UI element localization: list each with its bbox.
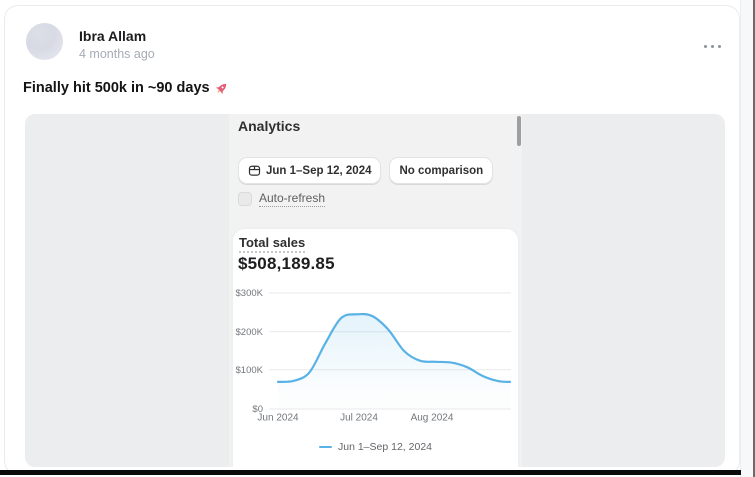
y-tick-label: $300K xyxy=(236,288,264,299)
auto-refresh-label: Auto-refresh xyxy=(259,191,326,207)
post-text-content: Finally hit 500k in ~90 days xyxy=(23,80,210,96)
y-tick-label: $200K xyxy=(236,327,264,338)
analytics-panel: Analytics Jun 1–Sep 12, 2024 No comparis… xyxy=(229,114,522,467)
avatar[interactable] xyxy=(26,23,63,60)
rocket-emoji: 🚀 xyxy=(214,81,229,96)
analytics-title: Analytics xyxy=(238,118,301,134)
total-sales-chart-svg: $300K$200K$100K$0Jun 2024 Jul 2024 Aug 202… xyxy=(236,288,512,424)
total-sales-card: Total sales $508,189.85 $300K $200K $100K $… xyxy=(233,229,518,467)
ellipsis-icon xyxy=(710,44,714,48)
auto-refresh-checkbox[interactable] xyxy=(238,192,252,206)
sales-area-fill xyxy=(278,314,510,409)
post-options-button[interactable] xyxy=(695,36,729,56)
total-sales-value: $508,189.85 xyxy=(238,254,335,273)
x-tick-label: Aug 2024 xyxy=(411,413,454,424)
post-image-attachment[interactable]: Analytics Jun 1–Sep 12, 2024 No comparis… xyxy=(25,114,725,467)
calendar-icon xyxy=(248,164,261,177)
legend-line-marker xyxy=(319,445,332,449)
auto-refresh-control[interactable]: Auto-refresh xyxy=(238,191,326,207)
comparison-label: No comparison xyxy=(399,164,484,177)
ellipsis-icon xyxy=(703,44,707,48)
post-timestamp: 4 months ago xyxy=(79,47,155,61)
analytics-toolbar: Jun 1–Sep 12, 2024 No comparison xyxy=(238,157,494,184)
chart-legend: Jun 1–Sep 12, 2024 xyxy=(233,441,518,453)
window-bottom-edge xyxy=(0,470,741,475)
total-sales-chart: $300K $200K $100K $0 Jun 2024 Jul 2024 Aug 202… xyxy=(233,281,518,424)
page-right-gutter xyxy=(740,0,755,477)
post-card: Ibra Allam 4 months ago Finally hit 500k… xyxy=(4,5,740,475)
ellipsis-icon xyxy=(717,44,721,48)
post-text: Finally hit 500k in ~90 days 🚀 xyxy=(23,80,229,96)
date-range-button[interactable]: Jun 1–Sep 12, 2024 xyxy=(238,157,382,184)
x-tick-label: Jul 2024 xyxy=(340,413,378,424)
total-sales-label[interactable]: Total sales xyxy=(239,235,306,253)
date-range-label: Jun 1–Sep 12, 2024 xyxy=(266,164,372,177)
y-tick-label: $100K xyxy=(236,365,264,376)
comparison-button[interactable]: No comparison xyxy=(389,157,494,184)
legend-label: Jun 1–Sep 12, 2024 xyxy=(338,441,432,453)
x-tick-label: Jun 2024 xyxy=(257,413,299,424)
author-name[interactable]: Ibra Allam xyxy=(79,28,146,45)
scrollbar-thumb[interactable] xyxy=(517,116,521,146)
